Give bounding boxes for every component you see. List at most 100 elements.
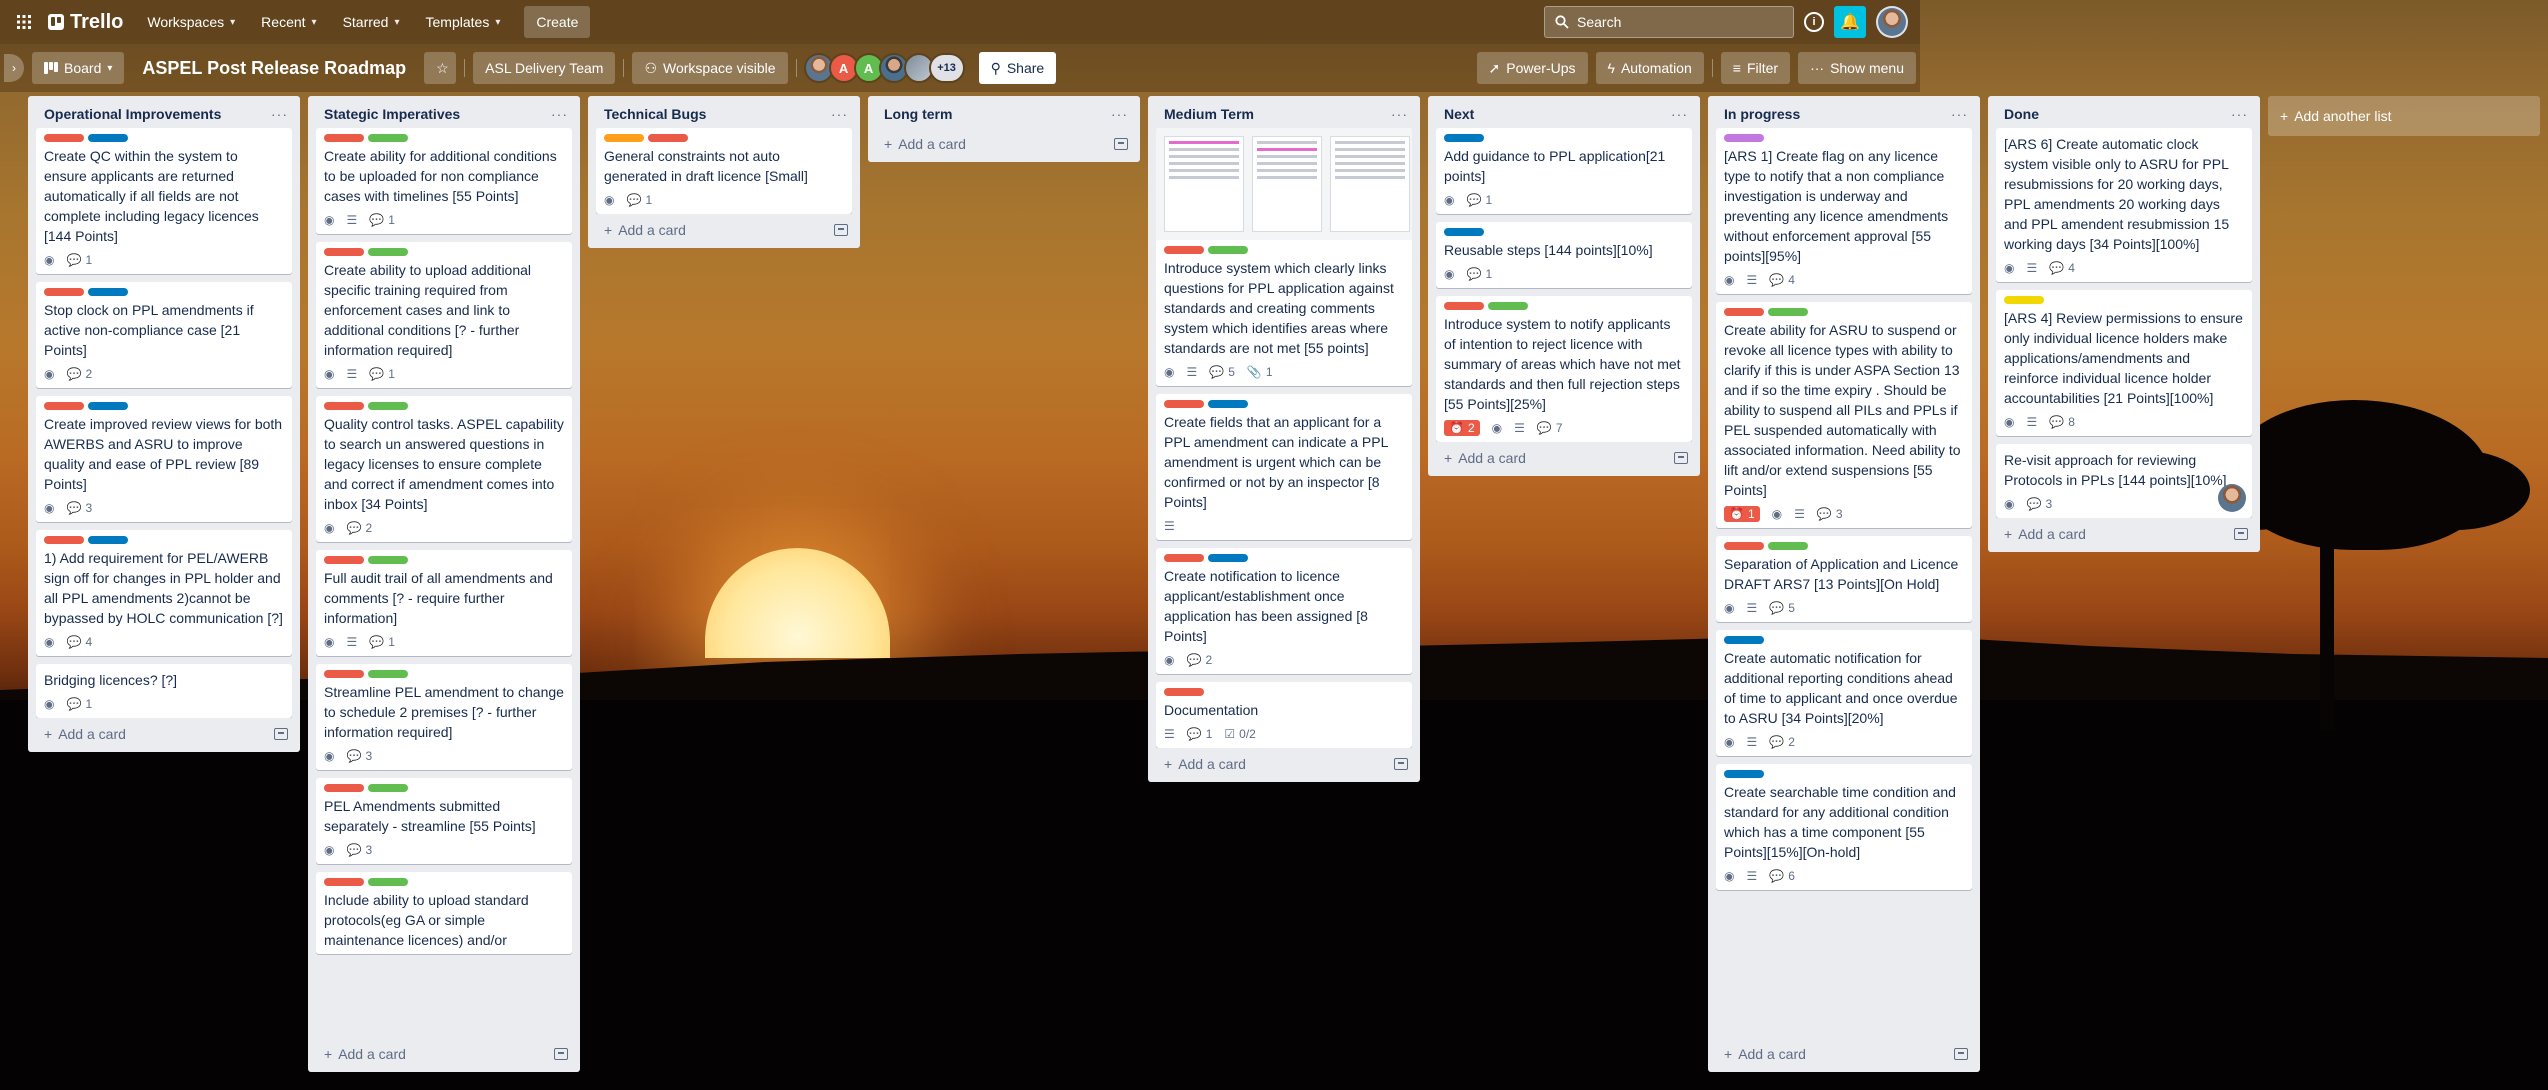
card[interactable]: Re-visit approach for reviewing Protocol… (1996, 444, 2252, 518)
label-red[interactable] (44, 536, 84, 544)
label-red[interactable] (324, 878, 364, 886)
label-blue[interactable] (88, 536, 128, 544)
list-menu-icon[interactable]: ··· (1111, 106, 1128, 122)
board-view-switcher[interactable]: Board ▾ (32, 52, 125, 84)
label-red[interactable] (44, 402, 84, 410)
workspace-button[interactable]: ASL Delivery Team (473, 52, 616, 84)
card[interactable]: General constraints not auto generated i… (596, 128, 852, 214)
card[interactable]: Include ability to upload standard proto… (316, 872, 572, 954)
trello-logo[interactable]: Trello (46, 11, 131, 34)
list-title[interactable]: Next (1444, 106, 1474, 122)
label-blue[interactable] (88, 134, 128, 142)
card[interactable]: Create notification to licence applicant… (1156, 548, 1412, 674)
add-card-button[interactable]: + Add a card (604, 222, 686, 238)
create-button[interactable]: Create (524, 6, 591, 38)
card[interactable]: Introduce system which clearly links que… (1156, 128, 1412, 386)
label-red[interactable] (324, 670, 364, 678)
label-red[interactable] (324, 556, 364, 564)
label-green[interactable] (368, 248, 408, 256)
create-from-template-icon[interactable] (2234, 528, 2248, 540)
card[interactable]: 1) Add requirement for PEL/AWERB sign of… (36, 530, 292, 656)
list-menu-icon[interactable]: ··· (1671, 106, 1688, 122)
label-orange[interactable] (604, 134, 644, 142)
star-board-icon[interactable]: ☆ (424, 52, 457, 84)
user-avatar[interactable] (1876, 6, 1908, 38)
card[interactable]: Separation of Application and Licence DR… (1716, 536, 1972, 622)
nav-templates[interactable]: Templates ▾ (416, 6, 511, 38)
add-card-button[interactable]: + Add a card (1724, 1046, 1806, 1062)
create-from-template-icon[interactable] (1954, 1048, 1968, 1060)
label-green[interactable] (1768, 542, 1808, 550)
info-icon[interactable]: i (1804, 12, 1824, 32)
add-card-button[interactable]: + Add a card (884, 136, 966, 152)
add-card-button[interactable]: + Add a card (1444, 450, 1526, 466)
add-card-button[interactable]: + Add a card (2004, 526, 2086, 542)
card[interactable]: Reusable steps [144 points][10%] ◉ 💬 1 (1436, 222, 1692, 288)
label-green[interactable] (368, 784, 408, 792)
card[interactable]: Add guidance to PPL application[21 point… (1436, 128, 1692, 214)
card[interactable]: [ARS 6] Create automatic clock system vi… (1996, 128, 2252, 282)
label-green[interactable] (368, 402, 408, 410)
label-red[interactable] (324, 134, 364, 142)
label-yellow[interactable] (2004, 296, 2044, 304)
create-from-template-icon[interactable] (1674, 452, 1688, 464)
label-green[interactable] (1768, 308, 1808, 316)
label-blue[interactable] (1444, 228, 1484, 236)
label-purple[interactable] (1724, 134, 1764, 142)
notifications-bell-icon[interactable]: 🔔 (1834, 6, 1866, 38)
label-green[interactable] (1488, 302, 1528, 310)
list-menu-icon[interactable]: ··· (1951, 106, 1968, 122)
create-from-template-icon[interactable] (834, 224, 848, 236)
card[interactable]: Introduce system to notify applicants of… (1436, 296, 1692, 442)
search-box[interactable] (1544, 6, 1794, 38)
label-red[interactable] (1164, 554, 1204, 562)
label-red[interactable] (324, 402, 364, 410)
add-card-button[interactable]: + Add a card (44, 726, 126, 742)
create-from-template-icon[interactable] (554, 1048, 568, 1060)
label-red[interactable] (44, 134, 84, 142)
label-green[interactable] (368, 134, 408, 142)
label-blue[interactable] (88, 402, 128, 410)
card[interactable]: Create QC within the system to ensure ap… (36, 128, 292, 274)
card[interactable]: [ARS 4] Review permissions to ensure onl… (1996, 290, 2252, 436)
nav-workspaces[interactable]: Workspaces ▾ (137, 6, 245, 38)
list-title[interactable]: Long term (884, 106, 952, 122)
add-card-button[interactable]: + Add a card (1164, 756, 1246, 772)
label-blue[interactable] (88, 288, 128, 296)
list-title[interactable]: Done (2004, 106, 2039, 122)
list-menu-icon[interactable]: ··· (271, 106, 288, 122)
label-green[interactable] (368, 670, 408, 678)
card[interactable]: Create fields that an applicant for a PP… (1156, 394, 1412, 540)
label-blue[interactable] (1724, 636, 1764, 644)
label-green[interactable] (368, 878, 408, 886)
card[interactable]: Create searchable time condition and sta… (1716, 764, 1972, 890)
label-red[interactable] (324, 248, 364, 256)
list-title[interactable]: Medium Term (1164, 106, 1254, 122)
label-red[interactable] (1164, 400, 1204, 408)
list-menu-icon[interactable]: ··· (2231, 106, 2248, 122)
label-green[interactable] (1208, 246, 1248, 254)
filter-button[interactable]: ≡ Filter (1720, 52, 1791, 84)
app-switcher-icon[interactable] (8, 6, 40, 38)
card-member-avatar[interactable] (2218, 484, 2246, 512)
label-green[interactable] (368, 556, 408, 564)
card[interactable]: Create automatic notification for additi… (1716, 630, 1972, 756)
label-red[interactable] (1164, 688, 1204, 696)
visibility-button[interactable]: ⚇ Workspace visible (632, 52, 788, 84)
label-red[interactable] (44, 288, 84, 296)
card[interactable]: Stop clock on PPL amendments if active n… (36, 282, 292, 388)
add-card-button[interactable]: + Add a card (324, 1046, 406, 1062)
more-members-count[interactable]: +13 (928, 53, 965, 83)
card[interactable]: Create ability for ASRU to suspend or re… (1716, 302, 1972, 528)
card[interactable]: Create ability to upload additional spec… (316, 242, 572, 388)
list-title[interactable]: Technical Bugs (604, 106, 706, 122)
card[interactable]: Documentation ☰ 💬 1 ☑ 0/2 (1156, 682, 1412, 748)
label-red[interactable] (1444, 302, 1484, 310)
list-title[interactable]: Stategic Imperatives (324, 106, 460, 122)
card[interactable]: PEL Amendments submitted separately - st… (316, 778, 572, 864)
list-title[interactable]: Operational Improvements (44, 106, 221, 122)
label-red[interactable] (1164, 246, 1204, 254)
powerups-button[interactable]: ➚ Power-Ups (1476, 52, 1588, 84)
card[interactable]: Bridging licences? [?] ◉ 💬 1 (36, 664, 292, 718)
label-blue[interactable] (1208, 554, 1248, 562)
